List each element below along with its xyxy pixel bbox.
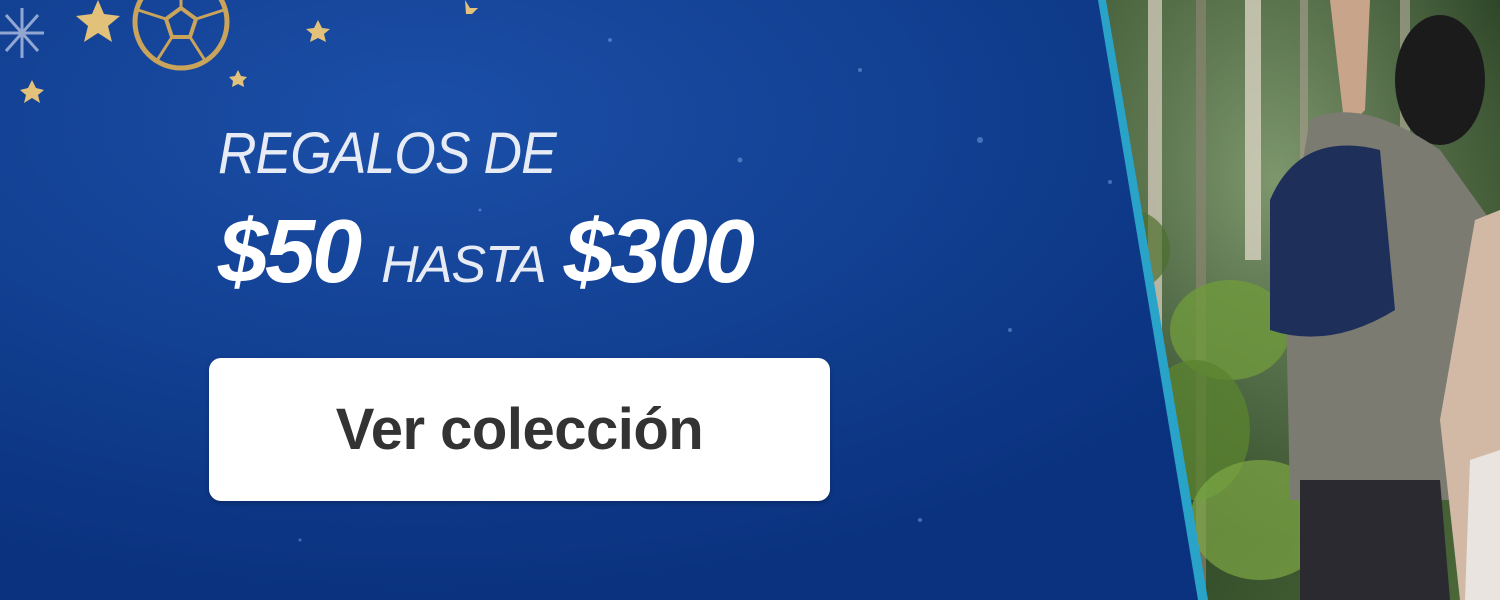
price-range: $50 HASTA $300 (218, 202, 755, 302)
promo-banner[interactable]: REGALOS DE $50 HASTA $300 Ver colección (0, 0, 1500, 600)
price-connector: HASTA (381, 236, 547, 294)
price-to: $300 (563, 202, 755, 302)
headline-line1: REGALOS DE (218, 121, 557, 186)
price-from: $50 (218, 202, 362, 302)
view-collection-button[interactable]: Ver colección (209, 358, 830, 501)
promo-headline: REGALOS DE $50 HASTA $300 (218, 121, 755, 302)
snowflake-icon (0, 8, 44, 58)
